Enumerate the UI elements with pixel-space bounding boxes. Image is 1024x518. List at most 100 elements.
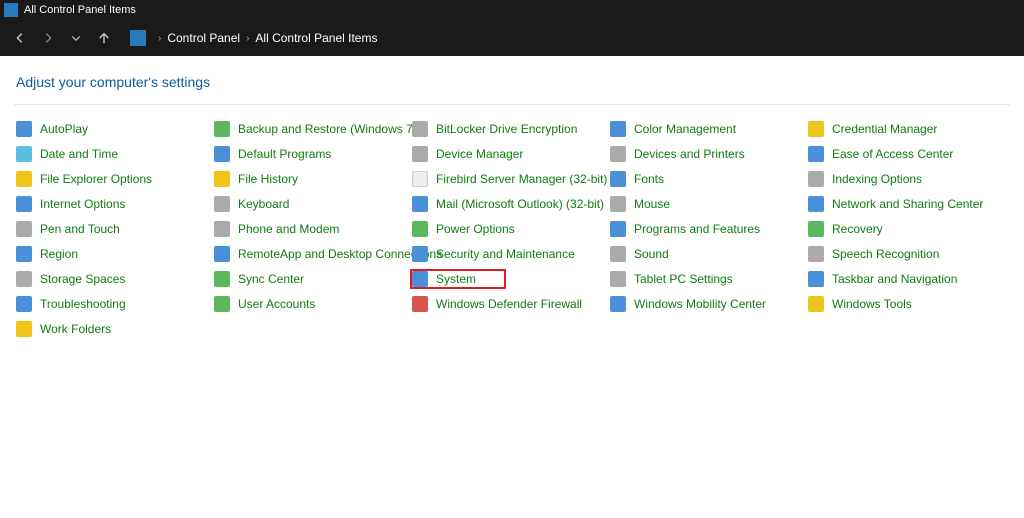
control-panel-item-file-explorer-options[interactable]: File Explorer Options [14, 169, 212, 189]
control-panel-item-user-accounts[interactable]: User Accounts [212, 294, 410, 314]
tablet-icon [610, 271, 626, 287]
control-panel-item-windows-tools[interactable]: Windows Tools [806, 294, 1004, 314]
item-label: Color Management [634, 122, 736, 136]
control-panel-item-keyboard[interactable]: Keyboard [212, 194, 410, 214]
control-panel-item-fonts[interactable]: Fonts [608, 169, 806, 189]
control-panel-item-sound[interactable]: Sound [608, 244, 806, 264]
control-panel-item-power-options[interactable]: Power Options [410, 219, 608, 239]
item-label: Devices and Printers [634, 147, 745, 161]
chevron-right-icon[interactable]: › [246, 33, 249, 44]
item-label: Internet Options [40, 197, 125, 211]
sync-icon [214, 271, 230, 287]
breadcrumb-current[interactable]: All Control Panel Items [255, 31, 377, 45]
divider [14, 104, 1010, 105]
control-panel-item-recovery[interactable]: Recovery [806, 219, 1004, 239]
backup-icon [214, 121, 230, 137]
item-label: Windows Tools [832, 297, 912, 311]
control-panel-item-mail-microsoft-outlook-32-bit-[interactable]: Mail (Microsoft Outlook) (32-bit) [410, 194, 608, 214]
item-label: Windows Mobility Center [634, 297, 766, 311]
item-label: Default Programs [238, 147, 331, 161]
breadcrumb[interactable]: › Control Panel › All Control Panel Item… [130, 30, 377, 46]
control-panel-item-troubleshooting[interactable]: Troubleshooting [14, 294, 212, 314]
item-label: Recovery [832, 222, 883, 236]
item-label: Tablet PC Settings [634, 272, 733, 286]
work-folders-icon [16, 321, 32, 337]
control-panel-item-file-history[interactable]: File History [212, 169, 410, 189]
control-panel-item-indexing-options[interactable]: Indexing Options [806, 169, 1004, 189]
control-panel-item-programs-and-features[interactable]: Programs and Features [608, 219, 806, 239]
item-label: Sound [634, 247, 669, 261]
forward-button[interactable] [38, 28, 58, 48]
item-label: Power Options [436, 222, 515, 236]
control-panel-item-speech-recognition[interactable]: Speech Recognition [806, 244, 1004, 264]
item-label: Troubleshooting [40, 297, 126, 311]
storage-icon [16, 271, 32, 287]
window-title: All Control Panel Items [24, 4, 136, 16]
control-panel-item-internet-options[interactable]: Internet Options [14, 194, 212, 214]
item-label: Keyboard [238, 197, 289, 211]
control-panel-item-phone-and-modem[interactable]: Phone and Modem [212, 219, 410, 239]
item-label: Security and Maintenance [436, 247, 575, 261]
control-panel-item-ease-of-access-center[interactable]: Ease of Access Center [806, 144, 1004, 164]
pen-icon [16, 221, 32, 237]
item-label: Storage Spaces [40, 272, 125, 286]
control-panel-item-pen-and-touch[interactable]: Pen and Touch [14, 219, 212, 239]
item-label: User Accounts [238, 297, 315, 311]
item-label: File Explorer Options [40, 172, 152, 186]
indexing-icon [808, 171, 824, 187]
back-button[interactable] [10, 28, 30, 48]
taskbar-icon [808, 271, 824, 287]
clock-icon [16, 146, 32, 162]
control-panel-item-system[interactable]: System [410, 269, 506, 289]
control-panel-item-bitlocker-drive-encryption[interactable]: BitLocker Drive Encryption [410, 119, 608, 139]
up-button[interactable] [94, 28, 114, 48]
control-panel-item-region[interactable]: Region [14, 244, 212, 264]
control-panel-item-color-management[interactable]: Color Management [608, 119, 806, 139]
control-panel-item-credential-manager[interactable]: Credential Manager [806, 119, 1004, 139]
control-panel-item-default-programs[interactable]: Default Programs [212, 144, 410, 164]
control-panel-item-work-folders[interactable]: Work Folders [14, 319, 212, 339]
recovery-icon [808, 221, 824, 237]
item-label: Work Folders [40, 322, 111, 336]
internet-icon [16, 196, 32, 212]
control-panel-item-sync-center[interactable]: Sync Center [212, 269, 410, 289]
control-panel-item-tablet-pc-settings[interactable]: Tablet PC Settings [608, 269, 806, 289]
control-panel-item-storage-spaces[interactable]: Storage Spaces [14, 269, 212, 289]
control-panel-item-devices-and-printers[interactable]: Devices and Printers [608, 144, 806, 164]
item-label: Speech Recognition [832, 247, 939, 261]
chevron-right-icon[interactable]: › [158, 33, 161, 44]
control-panel-item-taskbar-and-navigation[interactable]: Taskbar and Navigation [806, 269, 1004, 289]
color-icon [610, 121, 626, 137]
users-icon [214, 296, 230, 312]
control-panel-item-autoplay[interactable]: AutoPlay [14, 119, 212, 139]
file-history-icon [214, 171, 230, 187]
titlebar: All Control Panel Items [0, 0, 1024, 20]
item-label: Taskbar and Navigation [832, 272, 957, 286]
control-panel-item-backup-and-restore-windows-7-[interactable]: Backup and Restore (Windows 7) [212, 119, 410, 139]
folder-options-icon [16, 171, 32, 187]
control-panel-item-remoteapp-and-desktop-connections[interactable]: RemoteApp and Desktop Connections [212, 244, 410, 264]
control-panel-item-windows-defender-firewall[interactable]: Windows Defender Firewall [410, 294, 608, 314]
recent-dropdown[interactable] [66, 28, 86, 48]
item-label: File History [238, 172, 298, 186]
control-panel-item-mouse[interactable]: Mouse [608, 194, 806, 214]
item-label: Windows Defender Firewall [436, 297, 582, 311]
control-panel-item-device-manager[interactable]: Device Manager [410, 144, 608, 164]
breadcrumb-root[interactable]: Control Panel [167, 31, 240, 45]
control-panel-item-security-and-maintenance[interactable]: Security and Maintenance [410, 244, 608, 264]
security-icon [412, 246, 428, 262]
control-panel-item-date-and-time[interactable]: Date and Time [14, 144, 212, 164]
control-panel-item-network-and-sharing-center[interactable]: Network and Sharing Center [806, 194, 1004, 214]
item-label: Network and Sharing Center [832, 197, 983, 211]
control-panel-item-windows-mobility-center[interactable]: Windows Mobility Center [608, 294, 806, 314]
item-label: BitLocker Drive Encryption [436, 122, 577, 136]
control-panel-icon [4, 3, 18, 17]
speech-icon [808, 246, 824, 262]
control-panel-item-firebird-server-manager-32-bit-[interactable]: Firebird Server Manager (32-bit) [410, 169, 608, 189]
item-label: Device Manager [436, 147, 523, 161]
system-icon [412, 271, 428, 287]
item-label: System [436, 272, 476, 286]
item-label: Firebird Server Manager (32-bit) [436, 172, 607, 186]
firebird-icon [412, 171, 428, 187]
item-label: Phone and Modem [238, 222, 339, 236]
